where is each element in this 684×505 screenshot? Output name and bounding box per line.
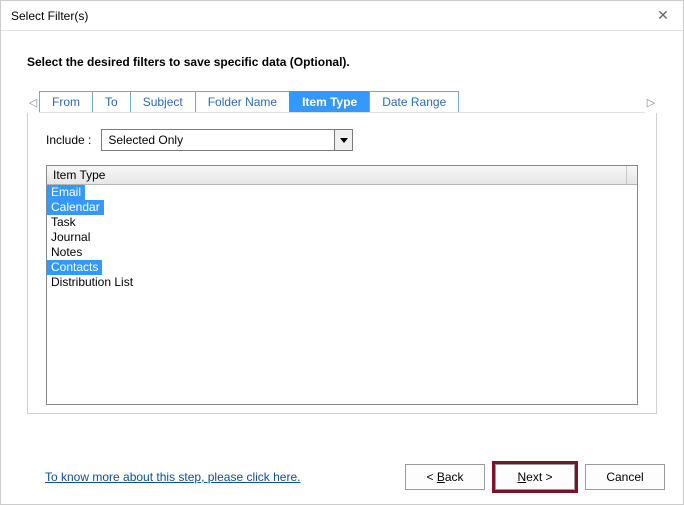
back-button[interactable]: < Back [405, 464, 485, 490]
list-item[interactable]: Email [47, 185, 85, 200]
list-item[interactable]: Contacts [47, 260, 102, 275]
list-column-header[interactable]: Item Type [47, 166, 627, 184]
close-icon[interactable]: ✕ [643, 1, 683, 31]
item-type-list[interactable]: Item Type Email Calendar Task Journal No… [46, 165, 638, 405]
wizard-buttons: < Back Next > Cancel [405, 464, 665, 490]
tab-scroll-right-icon[interactable]: ▷ [645, 96, 657, 109]
include-dropdown-value: Selected Only [102, 133, 334, 147]
tab-folder-name[interactable]: Folder Name [195, 91, 290, 112]
tab-to[interactable]: To [92, 91, 131, 112]
titlebar: Select Filter(s) ✕ [1, 1, 683, 31]
tabstrip-container: ◁ From To Subject Folder Name Item Type … [27, 91, 657, 113]
tab-date-range[interactable]: Date Range [369, 91, 459, 112]
tab-item-type[interactable]: Item Type [289, 91, 370, 112]
list-item[interactable]: Distribution List [47, 275, 137, 290]
next-button[interactable]: Next > [495, 464, 575, 490]
chevron-down-icon[interactable] [334, 130, 352, 150]
tab-subject[interactable]: Subject [130, 91, 196, 112]
content-area: Select the desired filters to save speci… [1, 31, 683, 414]
list-body: Email Calendar Task Journal Notes Contac… [47, 185, 637, 290]
list-column-header-spacer [627, 166, 638, 184]
include-row: Include : Selected Only [46, 129, 638, 151]
cancel-button[interactable]: Cancel [585, 464, 665, 490]
instruction-text: Select the desired filters to save speci… [27, 55, 657, 69]
list-header: Item Type [47, 166, 637, 185]
list-item[interactable]: Journal [47, 230, 94, 245]
help-link[interactable]: To know more about this step, please cli… [45, 470, 300, 484]
tabstrip: From To Subject Folder Name Item Type Da… [39, 91, 645, 113]
window-title: Select Filter(s) [11, 9, 643, 23]
list-item[interactable]: Calendar [47, 200, 104, 215]
include-label: Include : [46, 133, 91, 147]
include-dropdown[interactable]: Selected Only [101, 129, 353, 151]
list-item[interactable]: Task [47, 215, 80, 230]
list-item[interactable]: Notes [47, 245, 86, 260]
tab-from[interactable]: From [39, 91, 93, 112]
tab-scroll-left-icon[interactable]: ◁ [27, 96, 39, 109]
tab-panel: Include : Selected Only Item Type Email … [27, 113, 657, 414]
